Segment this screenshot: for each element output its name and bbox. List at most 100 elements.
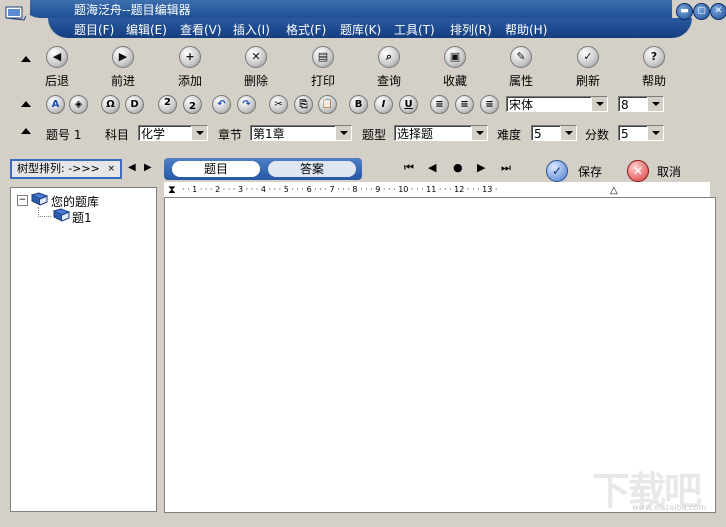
current-record-icon[interactable]: ●	[453, 161, 463, 174]
left-indent-icon[interactable]: ⧗	[168, 182, 176, 197]
last-record-icon[interactable]: ⏭	[501, 161, 511, 175]
minimize-icon[interactable]: ▬	[676, 3, 693, 20]
align-right-icon[interactable]: ≡	[480, 95, 499, 114]
menu-library[interactable]: 题库(K)	[340, 21, 381, 38]
chevron-down-icon[interactable]	[471, 126, 487, 140]
menu-edit[interactable]: 编辑(E)	[126, 21, 167, 38]
tree-sort-label: 树型排列: ->>>	[17, 162, 100, 175]
font-color-icon[interactable]: A	[46, 95, 65, 114]
subscript-icon[interactable]: 2	[183, 95, 202, 114]
question-tree[interactable]: − 您的题库 题1	[10, 187, 157, 512]
print-button[interactable]: ▤ 打印	[295, 46, 351, 89]
chapter-label: 章节	[218, 128, 243, 142]
collapse-properties-icon[interactable]	[21, 128, 31, 134]
tree-sort-bar[interactable]: 树型排列: ->>> ×	[10, 159, 122, 179]
font-size-value: 8	[621, 98, 629, 112]
menu-insert[interactable]: 插入(I)	[233, 21, 270, 38]
tab-question[interactable]: 题目	[172, 161, 260, 177]
menu-question[interactable]: 题目(F)	[74, 21, 114, 38]
save-check-icon[interactable]: ✓	[546, 160, 568, 182]
menu-tools[interactable]: 工具(T)	[394, 21, 435, 38]
chevron-down-icon[interactable]	[591, 97, 607, 111]
collapse-format-icon[interactable]	[21, 101, 31, 107]
add-label: 添加	[177, 74, 202, 88]
chapter-value: 第1章	[253, 127, 285, 141]
bold-icon[interactable]: B	[349, 95, 368, 114]
chevron-down-icon[interactable]	[335, 126, 351, 140]
favorites-button[interactable]: ▣ 收藏	[427, 46, 483, 89]
paste-icon[interactable]: 📋	[318, 95, 337, 114]
close-icon[interactable]: ×	[107, 161, 115, 177]
menu-help[interactable]: 帮助(H)	[505, 21, 547, 38]
query-button[interactable]: ⌕ 查询	[361, 46, 417, 89]
cut-icon[interactable]: ✂	[269, 95, 288, 114]
next-record-icon[interactable]: ▶	[477, 161, 485, 174]
app-logo-icon[interactable]	[0, 0, 30, 26]
undo-icon[interactable]: ↶	[212, 95, 231, 114]
question-icon: ?	[643, 46, 665, 68]
back-button[interactable]: ◀ 后退	[29, 46, 85, 89]
highlight-icon[interactable]: ◈	[69, 95, 88, 114]
difficulty-value: 5	[534, 127, 542, 141]
subject-value: 化学	[141, 127, 166, 141]
difficulty-select[interactable]: 5	[531, 125, 577, 141]
first-record-icon[interactable]: ⏮	[404, 161, 414, 175]
properties-button[interactable]: ✎ 属性	[493, 46, 549, 89]
font-size-select[interactable]: 8	[618, 96, 664, 112]
chevron-down-icon[interactable]	[560, 126, 576, 140]
chevron-down-icon[interactable]	[647, 126, 663, 140]
redo-icon[interactable]: ↷	[237, 95, 256, 114]
title-bar: 题海泛舟--题目编辑器 题目(F) 编辑(E) 查看(V) 插入(I) 格式(F…	[0, 0, 726, 40]
menu-format[interactable]: 格式(F)	[286, 21, 326, 38]
chevron-down-icon[interactable]	[191, 126, 207, 140]
chevron-down-icon[interactable]	[647, 97, 663, 111]
underline-icon[interactable]: U	[399, 95, 418, 114]
cancel-button[interactable]: 取消	[657, 163, 681, 180]
right-indent-icon[interactable]: △	[610, 183, 618, 197]
align-center-icon[interactable]: ≡	[455, 95, 474, 114]
type-select[interactable]: 选择题	[394, 125, 488, 141]
nav-left-icon[interactable]: ◀	[128, 162, 136, 173]
save-button[interactable]: 保存	[578, 163, 602, 180]
font-family-value: 宋体	[509, 98, 534, 112]
nav-right-icon[interactable]: ▶	[144, 162, 152, 173]
font-family-select[interactable]: 宋体	[506, 96, 608, 112]
subject-select[interactable]: 化学	[138, 125, 208, 141]
maximize-icon[interactable]: ▢	[693, 3, 710, 20]
window-title: 题海泛舟--题目编辑器	[74, 3, 191, 17]
insert-d-icon[interactable]: D	[125, 95, 144, 114]
italic-icon[interactable]: I	[374, 95, 393, 114]
type-value: 选择题	[397, 127, 434, 141]
score-select[interactable]: 5	[618, 125, 664, 141]
menu-arrange[interactable]: 排列(R)	[450, 21, 492, 38]
collapse-node-icon[interactable]: −	[17, 195, 28, 206]
forward-button[interactable]: ▶ 前进	[95, 46, 151, 89]
superscript-icon[interactable]: 2	[158, 95, 177, 114]
chapter-select[interactable]: 第1章	[250, 125, 352, 141]
cancel-x-icon[interactable]: ✕	[627, 160, 649, 182]
plus-icon: +	[179, 46, 201, 68]
back-label: 后退	[44, 74, 69, 88]
close-icon[interactable]: ✕	[710, 3, 726, 20]
printer-icon: ▤	[312, 46, 334, 68]
add-button[interactable]: + 添加	[162, 46, 218, 89]
properties-icon: ✎	[510, 46, 532, 68]
forward-arrow-icon: ▶	[112, 46, 134, 68]
previous-record-icon[interactable]: ◀	[428, 161, 436, 174]
menu-view[interactable]: 查看(V)	[180, 21, 222, 38]
delete-x-icon: ✕	[245, 46, 267, 68]
difficulty-label: 难度	[497, 128, 522, 142]
refresh-label: 刷新	[575, 74, 600, 88]
refresh-button[interactable]: ✓ 刷新	[560, 46, 616, 89]
editor-tabs: 题目 答案	[164, 158, 362, 180]
delete-button[interactable]: ✕ 删除	[228, 46, 284, 89]
tab-answer[interactable]: 答案	[268, 161, 356, 177]
subject-label: 科目	[105, 128, 130, 142]
tree-item-question-1[interactable]: 题1	[72, 209, 92, 226]
symbol-icon[interactable]: Ω	[101, 95, 120, 114]
ruler[interactable]: ⧗ · · 1 · · · 2 · · · 3 · · · 4 · · · 5 …	[164, 182, 710, 198]
help-button[interactable]: ? 帮助	[626, 46, 682, 89]
query-label: 查询	[376, 74, 401, 88]
copy-icon[interactable]: ⎘	[294, 95, 313, 114]
align-left-icon[interactable]: ≡	[430, 95, 449, 114]
